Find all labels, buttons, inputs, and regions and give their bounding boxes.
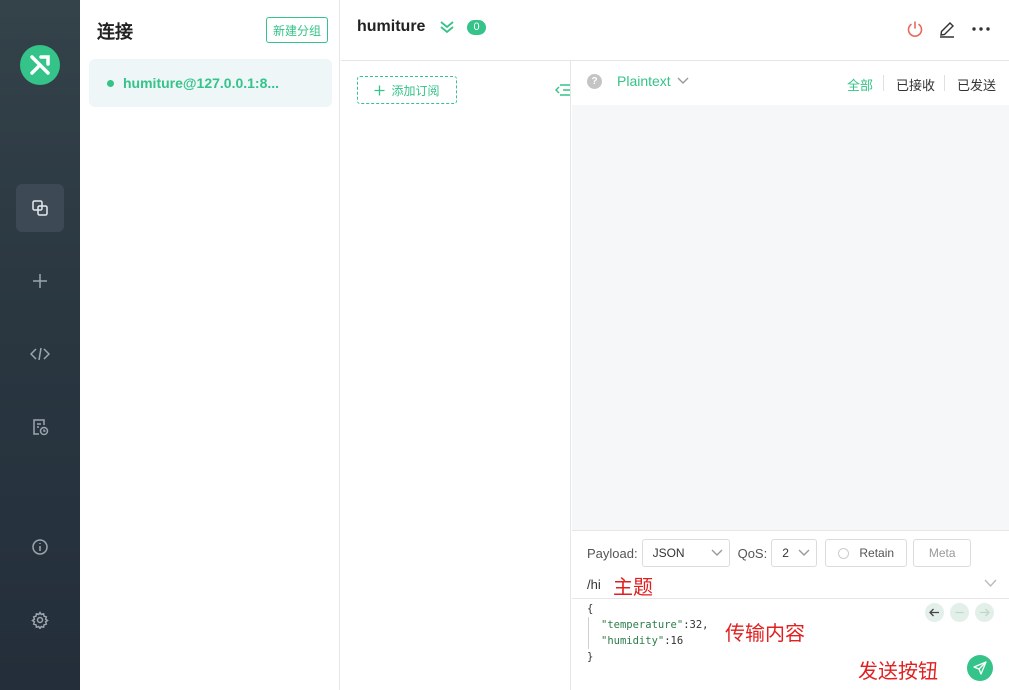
- history-prev-button[interactable]: [925, 603, 944, 622]
- history-next-button[interactable]: [975, 603, 994, 622]
- payload-key-temperature: "temperature": [601, 619, 684, 631]
- arrow-right-icon: [980, 608, 990, 617]
- connection-title: humiture: [357, 18, 426, 35]
- qos-label: QoS:: [737, 545, 768, 561]
- nav-about-button[interactable]: [16, 523, 64, 571]
- meta-button[interactable]: Meta: [913, 539, 972, 567]
- qos-value: 2: [782, 546, 789, 560]
- connection-name: humiture@127.0.0.1:8...: [123, 75, 280, 91]
- payload-editor[interactable]: { "temperature":32, "humidity":16 }: [587, 601, 708, 665]
- annotation-payload: 传输内容: [725, 621, 805, 645]
- topic-value: /hi: [587, 577, 601, 592]
- annotation-topic: 主题: [613, 575, 653, 599]
- messages-toolbar: ? Plaintext 全部 已接收 已发送: [572, 61, 1009, 105]
- send-plane-icon: [973, 661, 987, 675]
- plus-icon: [33, 274, 47, 288]
- chevron-down-icon: [798, 549, 810, 556]
- more-options-icon[interactable]: [971, 20, 991, 38]
- retain-radio: [838, 547, 850, 559]
- gear-icon: [31, 611, 49, 629]
- chevron-down-icon: [711, 549, 723, 556]
- edit-pencil-icon[interactable]: [938, 20, 956, 38]
- filter-sent-tab[interactable]: 已发送: [957, 75, 996, 94]
- filter-received-tab[interactable]: 已接收: [896, 75, 935, 94]
- annotation-send: 发送按钮: [858, 659, 938, 683]
- collapse-list-icon[interactable]: [555, 83, 570, 97]
- retain-label: Retain: [859, 546, 895, 560]
- code-icon: [30, 347, 50, 361]
- app-logo: [20, 45, 60, 85]
- nav-connections-button[interactable]: [16, 184, 64, 232]
- retain-toggle[interactable]: Retain: [825, 539, 908, 567]
- connection-item[interactable]: humiture@127.0.0.1:8...: [89, 59, 332, 107]
- filter-all-tab[interactable]: 全部: [847, 75, 873, 94]
- publish-panel: Payload: JSON QoS: 2 Retain Meta /hi { "…: [572, 530, 1009, 690]
- disconnect-power-icon[interactable]: [906, 20, 924, 38]
- connections-title: 连接: [97, 22, 133, 42]
- qos-select[interactable]: 2: [771, 539, 818, 567]
- message-format-select[interactable]: Plaintext: [617, 73, 689, 89]
- tab-divider: [944, 75, 945, 91]
- add-subscription-button[interactable]: 添加订阅: [357, 76, 457, 104]
- connection-header: humiture 0: [341, 0, 1009, 61]
- payload-value-humidity: :16: [664, 635, 684, 647]
- publish-options-row: Payload: JSON QoS: 2 Retain Meta: [587, 539, 972, 567]
- nav-logs-button[interactable]: [16, 403, 64, 451]
- payload-format-value: JSON: [652, 546, 685, 560]
- payload-value-temperature: :32,: [683, 619, 709, 631]
- new-group-button[interactable]: 新建分组: [266, 17, 328, 43]
- arrow-left-icon: [929, 608, 939, 617]
- payload-key-humidity: "humidity": [601, 635, 665, 647]
- message-list[interactable]: [572, 105, 1009, 530]
- plus-icon: [374, 85, 385, 95]
- payload-format-select[interactable]: JSON: [641, 539, 730, 567]
- subscriptions-column: 添加订阅: [341, 61, 571, 690]
- info-icon: [32, 539, 48, 555]
- minus-icon: [955, 611, 964, 614]
- message-format-value: Plaintext: [617, 73, 671, 89]
- payload-line: {: [587, 603, 594, 615]
- expand-chevron-icon[interactable]: [439, 19, 455, 35]
- help-icon[interactable]: ?: [587, 74, 602, 89]
- connected-status-dot: [107, 79, 114, 87]
- nav-settings-button[interactable]: [16, 596, 64, 644]
- app-navbar: [0, 0, 80, 690]
- log-clock-icon: [33, 419, 49, 436]
- nav-scripts-button[interactable]: [16, 330, 64, 378]
- payload-line: }: [587, 651, 594, 663]
- payload-line: "humidity":16: [588, 633, 708, 649]
- connections-icon: [32, 200, 48, 216]
- payload-line: "temperature":32,: [588, 617, 708, 633]
- send-button[interactable]: [967, 655, 993, 681]
- history-clear-button[interactable]: [950, 603, 969, 622]
- add-subscription-label: 添加订阅: [391, 83, 440, 98]
- connections-panel: 连接 新建分组 humiture@127.0.0.1:8...: [80, 0, 340, 690]
- nav-new-connection-button[interactable]: [16, 257, 64, 305]
- message-count-badge: 0: [467, 20, 486, 35]
- payload-label: Payload:: [587, 545, 638, 561]
- chevron-down-icon[interactable]: [984, 579, 997, 588]
- tab-divider: [883, 75, 884, 91]
- chevron-down-icon: [677, 77, 689, 84]
